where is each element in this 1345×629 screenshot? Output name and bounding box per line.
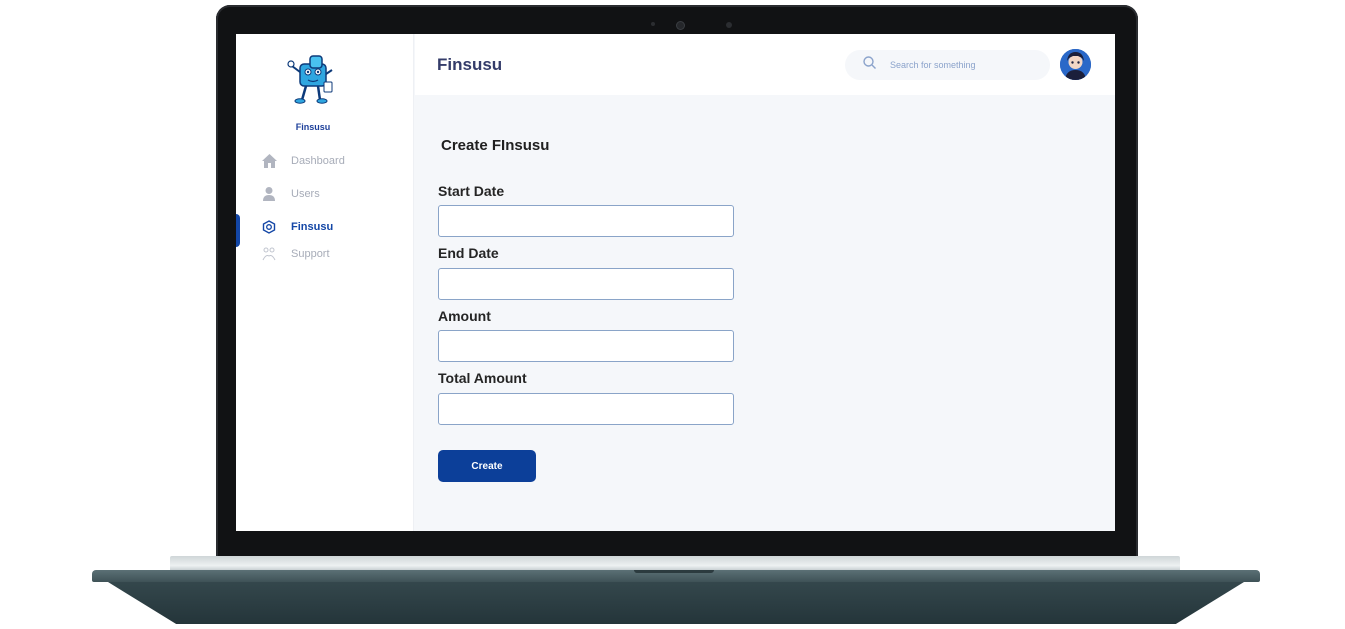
sensor-dot bbox=[651, 22, 655, 26]
sidebar-item-label: Users bbox=[291, 187, 320, 200]
user-icon bbox=[261, 186, 277, 202]
laptop-mockup: Finsusu Dashboard Users Finsusu Support … bbox=[0, 0, 1345, 629]
sidebar-nav: Dashboard Users Finsusu Support bbox=[236, 144, 414, 265]
top-header: Finsusu bbox=[415, 34, 1115, 95]
sidebar-item-label: Dashboard bbox=[291, 154, 345, 167]
search-icon bbox=[863, 56, 876, 74]
app-screen: Finsusu Dashboard Users Finsusu Support … bbox=[236, 34, 1115, 531]
sidebar-item-finsusu[interactable]: Finsusu bbox=[236, 210, 414, 247]
support-icon bbox=[261, 246, 277, 262]
end-date-label: End Date bbox=[438, 245, 499, 261]
laptop-base-bottom bbox=[108, 582, 1244, 624]
sidebar-item-label: Finsusu bbox=[291, 220, 334, 233]
form-title: Create FInsusu bbox=[441, 137, 550, 154]
start-date-label: Start Date bbox=[438, 183, 505, 199]
sidebar-item-dashboard[interactable]: Dashboard bbox=[236, 144, 414, 177]
create-form-area: Create FInsusu Start Date End Date Amoun… bbox=[415, 95, 1115, 531]
amount-label: Amount bbox=[438, 308, 491, 324]
search-bar[interactable] bbox=[845, 50, 1050, 80]
start-date-field[interactable] bbox=[438, 205, 734, 237]
page-title: Finsusu bbox=[437, 55, 503, 74]
sidebar-item-users[interactable]: Users bbox=[236, 177, 414, 210]
sidebar-item-label: Support bbox=[291, 248, 330, 260]
sidebar-item-support[interactable]: Support bbox=[236, 243, 414, 265]
laptop-notch bbox=[634, 570, 714, 573]
amount-field[interactable] bbox=[438, 330, 734, 362]
mascot-logo-icon bbox=[287, 55, 333, 104]
avatar[interactable] bbox=[1060, 49, 1091, 80]
logo-text: Finsusu bbox=[295, 122, 331, 132]
sidebar: Finsusu Dashboard Users Finsusu Support bbox=[236, 34, 414, 531]
total-amount-label: Total Amount bbox=[438, 370, 527, 386]
create-button[interactable]: Create bbox=[438, 450, 536, 482]
total-amount-field[interactable] bbox=[438, 393, 734, 425]
app-logo[interactable]: Finsusu bbox=[286, 52, 338, 132]
home-icon bbox=[261, 153, 277, 169]
user-avatar-icon bbox=[1060, 49, 1091, 80]
sensor-dot bbox=[726, 22, 732, 28]
end-date-field[interactable] bbox=[438, 268, 734, 300]
webcam bbox=[677, 22, 684, 29]
search-input[interactable] bbox=[890, 60, 1040, 70]
finsusu-icon bbox=[261, 219, 277, 235]
